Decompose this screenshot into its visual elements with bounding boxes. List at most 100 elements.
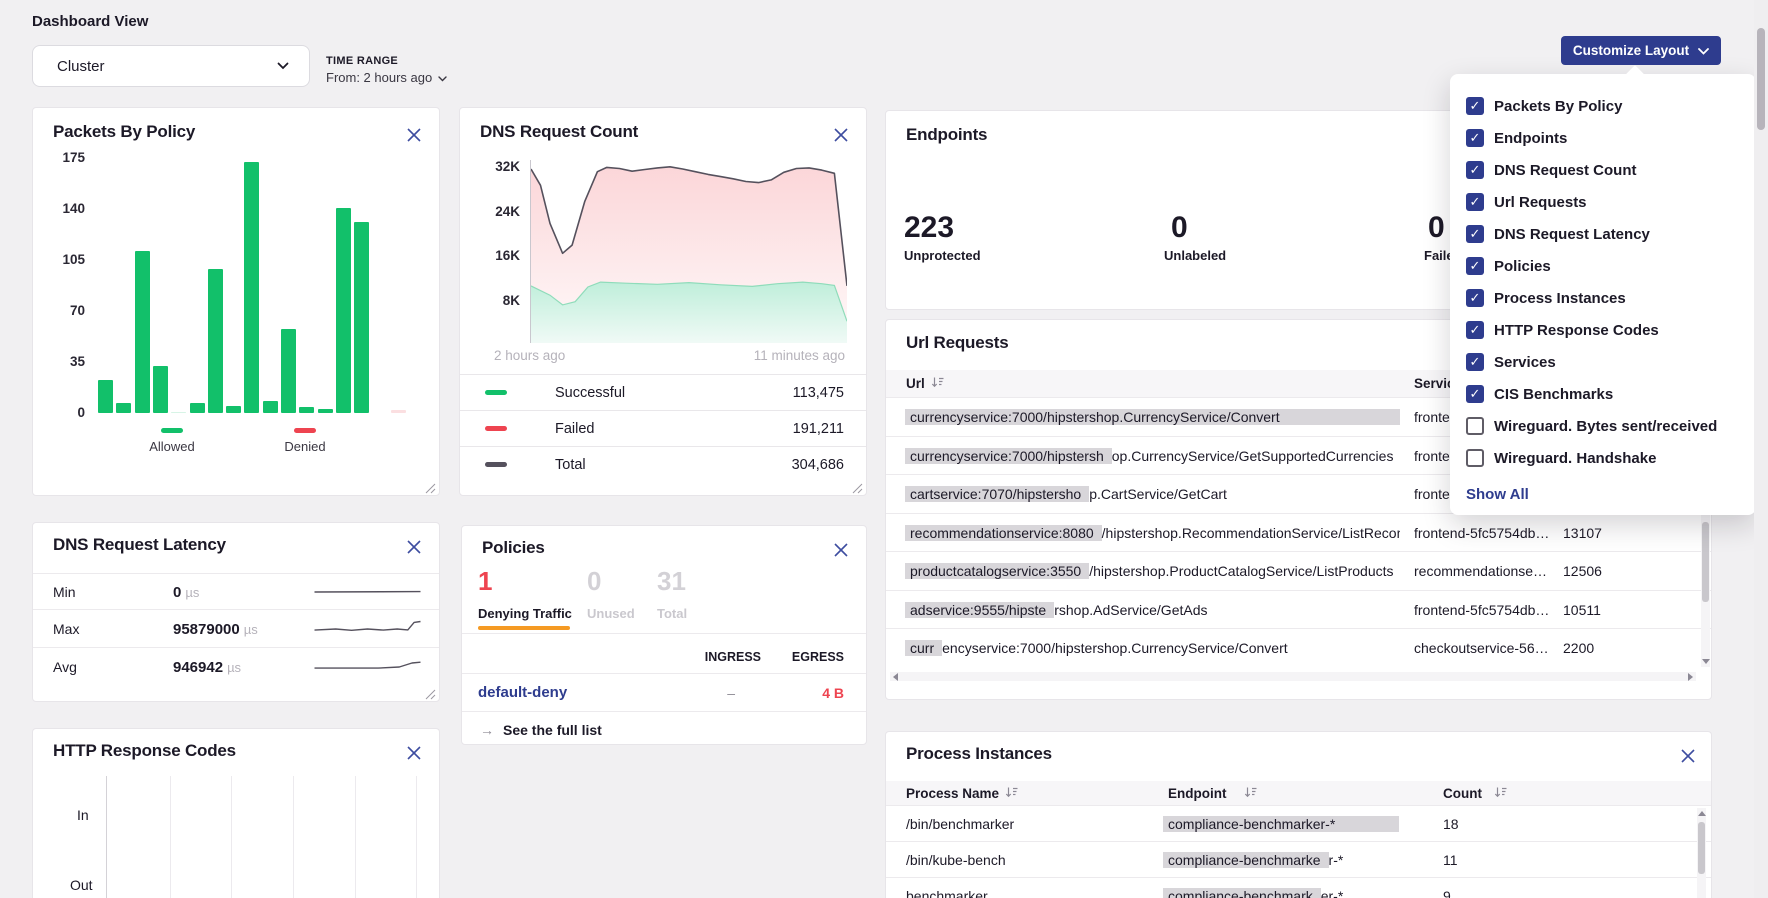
page-scrollbar-thumb[interactable] xyxy=(1757,28,1765,130)
close-icon[interactable] xyxy=(405,539,423,557)
policy-name-link[interactable]: default-deny xyxy=(478,684,567,701)
count-cell: 11 xyxy=(1443,852,1523,868)
denying-traffic-count: 1 xyxy=(478,566,492,597)
process-table-row[interactable]: /bin/benchmarkercompliance-benchmarker-*… xyxy=(886,805,1711,842)
checkbox-checked-icon[interactable]: ✓ xyxy=(1466,289,1484,307)
checkbox-checked-icon[interactable]: ✓ xyxy=(1466,321,1484,339)
show-all-link[interactable]: Show All xyxy=(1466,480,1740,508)
y-tick: 70 xyxy=(41,303,85,318)
menu-item-label: Wireguard. Bytes sent/received xyxy=(1494,418,1717,435)
denied-swatch xyxy=(294,428,316,433)
menu-item-policies[interactable]: ✓Policies xyxy=(1466,250,1740,282)
sort-icon[interactable] xyxy=(1244,786,1257,801)
menu-item-packets-by-policy[interactable]: ✓ Packets By Policy xyxy=(1466,90,1740,122)
url-column-header[interactable]: Url xyxy=(906,376,925,391)
menu-item-endpoints[interactable]: ✓Endpoints xyxy=(1466,122,1740,154)
endpoint-column-header[interactable]: Endpoint xyxy=(1168,786,1226,801)
checkbox-checked-icon[interactable]: ✓ xyxy=(1466,97,1484,115)
allowed-bar xyxy=(336,208,351,413)
close-icon[interactable] xyxy=(832,542,850,560)
customize-layout-button[interactable]: Customize Layout xyxy=(1561,36,1721,65)
url-table-row[interactable]: productcatalogservice:3550/hipstershop.P… xyxy=(886,551,1711,591)
gridline xyxy=(293,776,294,898)
menu-item-cis-benchmarks[interactable]: ✓CIS Benchmarks xyxy=(1466,378,1740,410)
count-cell: 18 xyxy=(1443,816,1523,832)
card-title: Process Instances xyxy=(906,744,1052,764)
tab-unused[interactable]: Unused xyxy=(587,606,635,621)
unprotected-count: 223 xyxy=(904,211,954,245)
resize-handle[interactable] xyxy=(852,481,863,492)
card-title: Policies xyxy=(482,538,545,558)
dns-request-latency-card: DNS Request Latency Min 0 µs Max 9587900… xyxy=(32,522,440,702)
allowed-bar xyxy=(281,329,296,414)
see-full-list-link[interactable]: →See the full list xyxy=(480,722,602,738)
sort-icon[interactable] xyxy=(1005,786,1018,801)
checkbox-checked-icon[interactable]: ✓ xyxy=(1466,225,1484,243)
allowed-label: Allowed xyxy=(130,439,214,454)
checkbox-checked-icon[interactable]: ✓ xyxy=(1466,193,1484,211)
time-range-value[interactable]: From: 2 hours ago xyxy=(326,70,447,85)
url-cell: currencyservice:7000/hipstershop.Currenc… xyxy=(905,409,1400,425)
divider xyxy=(462,673,866,674)
menu-item-http-response-codes[interactable]: ✓HTTP Response Codes xyxy=(1466,314,1740,346)
count-cell: 10511 xyxy=(1563,602,1653,618)
process-name-column-header[interactable]: Process Name xyxy=(906,786,999,801)
process-table-row[interactable]: benchmarkercompliance-benchmarker-*9 xyxy=(886,877,1711,898)
customize-layout-menu: ✓Packets By Policy✓Endpoints✓DNS Request… xyxy=(1450,74,1756,515)
service-cell: frontend-5fc5754db… xyxy=(1414,525,1554,541)
menu-item-url-requests[interactable]: ✓Url Requests xyxy=(1466,186,1740,218)
card-title: Url Requests xyxy=(906,333,1008,353)
checkbox-checked-icon[interactable]: ✓ xyxy=(1466,257,1484,275)
y-tick: 0 xyxy=(41,405,85,420)
menu-item-wireguard-bytes-sent-received[interactable]: Wireguard. Bytes sent/received xyxy=(1466,410,1740,442)
checkbox-checked-icon[interactable]: ✓ xyxy=(1466,161,1484,179)
url-table-horizontal-scrollbar[interactable] xyxy=(890,672,1696,681)
count-column-header[interactable]: Count xyxy=(1443,786,1482,801)
sort-icon[interactable] xyxy=(1494,786,1507,801)
checkbox-checked-icon[interactable]: ✓ xyxy=(1466,353,1484,371)
unused-count: 0 xyxy=(587,566,601,597)
sort-icon[interactable] xyxy=(931,376,944,391)
failed-count: 0 xyxy=(1428,211,1445,245)
checkbox-checked-icon[interactable]: ✓ xyxy=(1466,129,1484,147)
count-cell: 2200 xyxy=(1563,640,1653,656)
legend-row-failed: Failed 191,211 xyxy=(460,410,866,446)
in-row-label: In xyxy=(77,807,89,823)
allowed-bar xyxy=(116,403,131,413)
tab-denying-traffic[interactable]: Denying Traffic xyxy=(478,606,572,621)
url-table-row[interactable]: adservice:9555/hipstershop.AdService/Get… xyxy=(886,590,1711,630)
close-icon[interactable] xyxy=(405,127,423,145)
url-table-row[interactable]: recommendationservice:8080/hipstershop.R… xyxy=(886,513,1711,553)
menu-item-label: Services xyxy=(1494,354,1556,371)
allowed-bar xyxy=(171,412,186,414)
allowed-bar xyxy=(318,409,333,413)
packets-bar-chart xyxy=(93,158,433,413)
y-tick: 16K xyxy=(476,248,520,263)
view-selector[interactable]: Cluster xyxy=(32,45,310,87)
menu-item-dns-request-count[interactable]: ✓ DNS Request Count xyxy=(1466,154,1740,186)
menu-item-process-instances[interactable]: ✓Process Instances xyxy=(1466,282,1740,314)
unlabeled-count: 0 xyxy=(1171,211,1188,245)
page-scrollbar[interactable] xyxy=(1754,0,1768,898)
process-table-row[interactable]: /bin/kube-benchcompliance-benchmarker-*1… xyxy=(886,841,1711,878)
checkbox-unchecked-icon[interactable] xyxy=(1466,417,1484,435)
resize-handle[interactable] xyxy=(425,481,436,492)
chevron-down-icon xyxy=(1698,43,1709,58)
y-tick: 24K xyxy=(476,204,520,219)
checkbox-unchecked-icon[interactable] xyxy=(1466,449,1484,467)
url-table-row[interactable]: currencyservice:7000/hipstershop.Currenc… xyxy=(886,628,1711,668)
menu-item-services[interactable]: ✓ Services xyxy=(1466,346,1740,378)
process-table-vertical-scrollbar[interactable] xyxy=(1697,808,1706,898)
checkbox-checked-icon[interactable]: ✓ xyxy=(1466,385,1484,403)
tab-total[interactable]: Total xyxy=(657,606,687,621)
close-icon[interactable] xyxy=(832,127,850,145)
menu-item-label: DNS Request Count xyxy=(1494,162,1637,179)
close-icon[interactable] xyxy=(405,745,423,763)
close-icon[interactable] xyxy=(1679,748,1697,766)
process-name-cell: /bin/kube-bench xyxy=(906,852,1156,868)
menu-item-wireguard-handshake[interactable]: Wireguard. Handshake xyxy=(1466,442,1740,474)
divider xyxy=(462,711,866,712)
menu-item-label: Packets By Policy xyxy=(1494,98,1622,115)
menu-item-dns-request-latency[interactable]: ✓DNS Request Latency xyxy=(1466,218,1740,250)
resize-handle[interactable] xyxy=(425,687,436,698)
